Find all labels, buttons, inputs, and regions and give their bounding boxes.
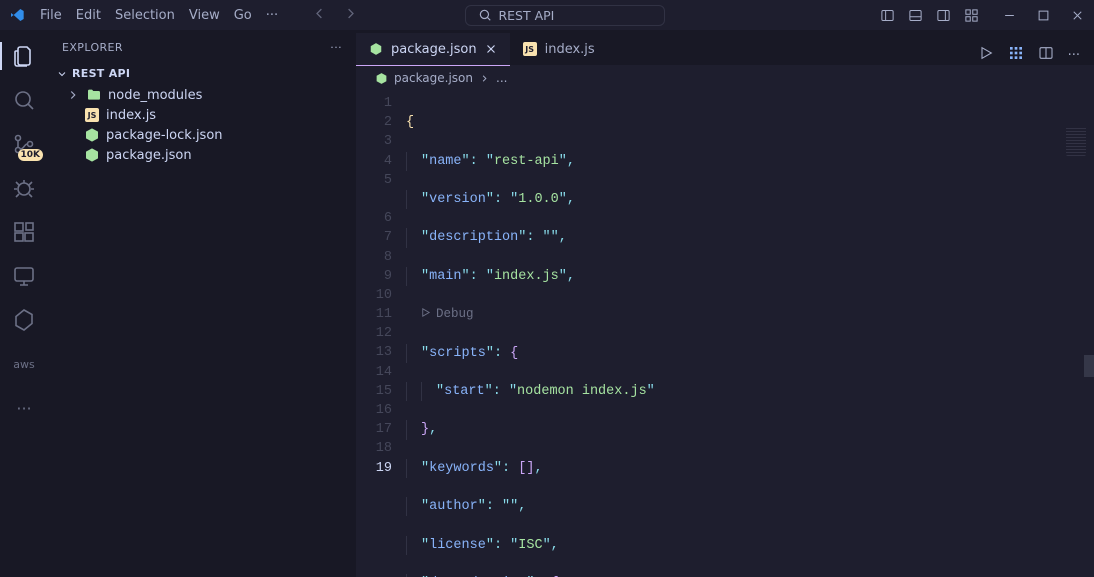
command-center[interactable]: REST API <box>465 5 665 26</box>
explorer-folder-name: REST API <box>72 67 130 80</box>
minimap[interactable] <box>1066 126 1086 156</box>
menu-file[interactable]: File <box>34 5 68 26</box>
activity-search-icon[interactable] <box>0 80 48 120</box>
json-file-icon <box>84 127 100 143</box>
breadcrumb-tail: ... <box>496 71 507 85</box>
run-icon[interactable] <box>978 45 994 65</box>
nav-arrows <box>312 6 358 25</box>
editor-tabs: package.json JS index.js ··· <box>356 30 1094 66</box>
menu-bar: File Edit Selection View Go ··· <box>34 5 284 26</box>
explorer-sidebar: EXPLORER ··· REST API node_modules JS in… <box>48 30 356 577</box>
title-bar: File Edit Selection View Go ··· REST API <box>0 0 1094 30</box>
chevron-right-icon <box>66 88 80 102</box>
debug-codelens[interactable]: Debug <box>420 307 474 321</box>
command-center-label: REST API <box>498 8 554 23</box>
search-icon <box>478 8 492 22</box>
activity-bar: 10K aws ··· <box>0 30 48 577</box>
nav-forward-icon[interactable] <box>343 6 358 25</box>
editor-more-icon[interactable]: ··· <box>1068 48 1080 63</box>
tab-package-json[interactable]: package.json <box>356 33 510 65</box>
tree-label: package.json <box>106 148 192 163</box>
tab-label: index.js <box>545 42 595 57</box>
editor-actions: ··· <box>964 45 1094 65</box>
file-tree: node_modules JS index.js package-lock.js… <box>48 85 356 165</box>
activity-explorer-icon[interactable] <box>0 36 48 76</box>
chevron-down-icon <box>56 68 68 80</box>
debug-config-icon[interactable] <box>1008 45 1024 65</box>
code-content: { "name": "rest-api", "version": "1.0.0"… <box>404 90 1094 577</box>
layout-grid-icon[interactable] <box>964 7 980 23</box>
window-close-icon[interactable] <box>1070 7 1086 23</box>
split-editor-icon[interactable] <box>1038 45 1054 65</box>
tree-item-package-lock[interactable]: package-lock.json <box>48 125 356 145</box>
code-editor[interactable]: 12345 6789101112131415161718 19 { "name"… <box>356 90 1094 577</box>
layout-controls <box>880 7 980 23</box>
tree-item-node-modules[interactable]: node_modules <box>48 85 356 105</box>
main: 10K aws ··· EXPLORER ··· REST API <box>0 30 1094 577</box>
menu-selection[interactable]: Selection <box>109 5 181 26</box>
activity-hex-icon[interactable] <box>0 300 48 340</box>
json-file-icon <box>84 147 100 163</box>
tree-item-index-js[interactable]: JS index.js <box>48 105 356 125</box>
vscode-logo-icon <box>8 6 26 24</box>
tab-index-js[interactable]: JS index.js <box>510 33 607 65</box>
layout-sidebar-right-icon[interactable] <box>936 7 952 23</box>
json-file-icon <box>368 41 384 57</box>
menu-go[interactable]: Go <box>228 5 258 26</box>
breadcrumb[interactable]: package.json ... <box>356 66 1094 90</box>
activity-debug-icon[interactable] <box>0 168 48 208</box>
activity-aws-icon[interactable]: aws <box>0 344 48 384</box>
activity-extensions-icon[interactable] <box>0 212 48 252</box>
tree-label: node_modules <box>108 88 202 103</box>
tree-label: package-lock.json <box>106 128 223 143</box>
line-gutter: 12345 6789101112131415161718 19 <box>356 90 404 577</box>
layout-sidebar-left-icon[interactable] <box>880 7 896 23</box>
folder-icon <box>86 87 102 103</box>
window-maximize-icon[interactable] <box>1036 7 1052 23</box>
activity-remote-icon[interactable] <box>0 256 48 296</box>
menu-view[interactable]: View <box>183 5 226 26</box>
explorer-folder[interactable]: REST API <box>48 64 356 83</box>
chevron-right-icon <box>479 73 490 84</box>
menu-edit[interactable]: Edit <box>70 5 107 26</box>
explorer-title: EXPLORER <box>62 41 123 54</box>
tree-item-package-json[interactable]: package.json <box>48 145 356 165</box>
explorer-more-icon[interactable]: ··· <box>330 41 342 54</box>
json-file-icon <box>374 71 388 85</box>
layout-panel-icon[interactable] <box>908 7 924 23</box>
menu-more-icon[interactable]: ··· <box>260 5 284 26</box>
badge-sc: 10K <box>18 149 44 161</box>
js-file-icon: JS <box>84 107 100 123</box>
close-icon[interactable] <box>484 42 498 56</box>
js-file-icon: JS <box>522 41 538 57</box>
activity-more-icon[interactable]: ··· <box>0 388 48 428</box>
breadcrumb-file: package.json <box>394 71 473 85</box>
nav-back-icon[interactable] <box>312 6 327 25</box>
scrollbar-marker[interactable] <box>1084 355 1094 377</box>
tab-label: package.json <box>391 42 477 57</box>
tree-label: index.js <box>106 108 156 123</box>
editor-group: package.json JS index.js ··· package.jso… <box>356 30 1094 577</box>
window-minimize-icon[interactable] <box>1002 7 1018 23</box>
window-controls <box>1002 7 1086 23</box>
activity-source-control-icon[interactable]: 10K <box>0 124 48 164</box>
